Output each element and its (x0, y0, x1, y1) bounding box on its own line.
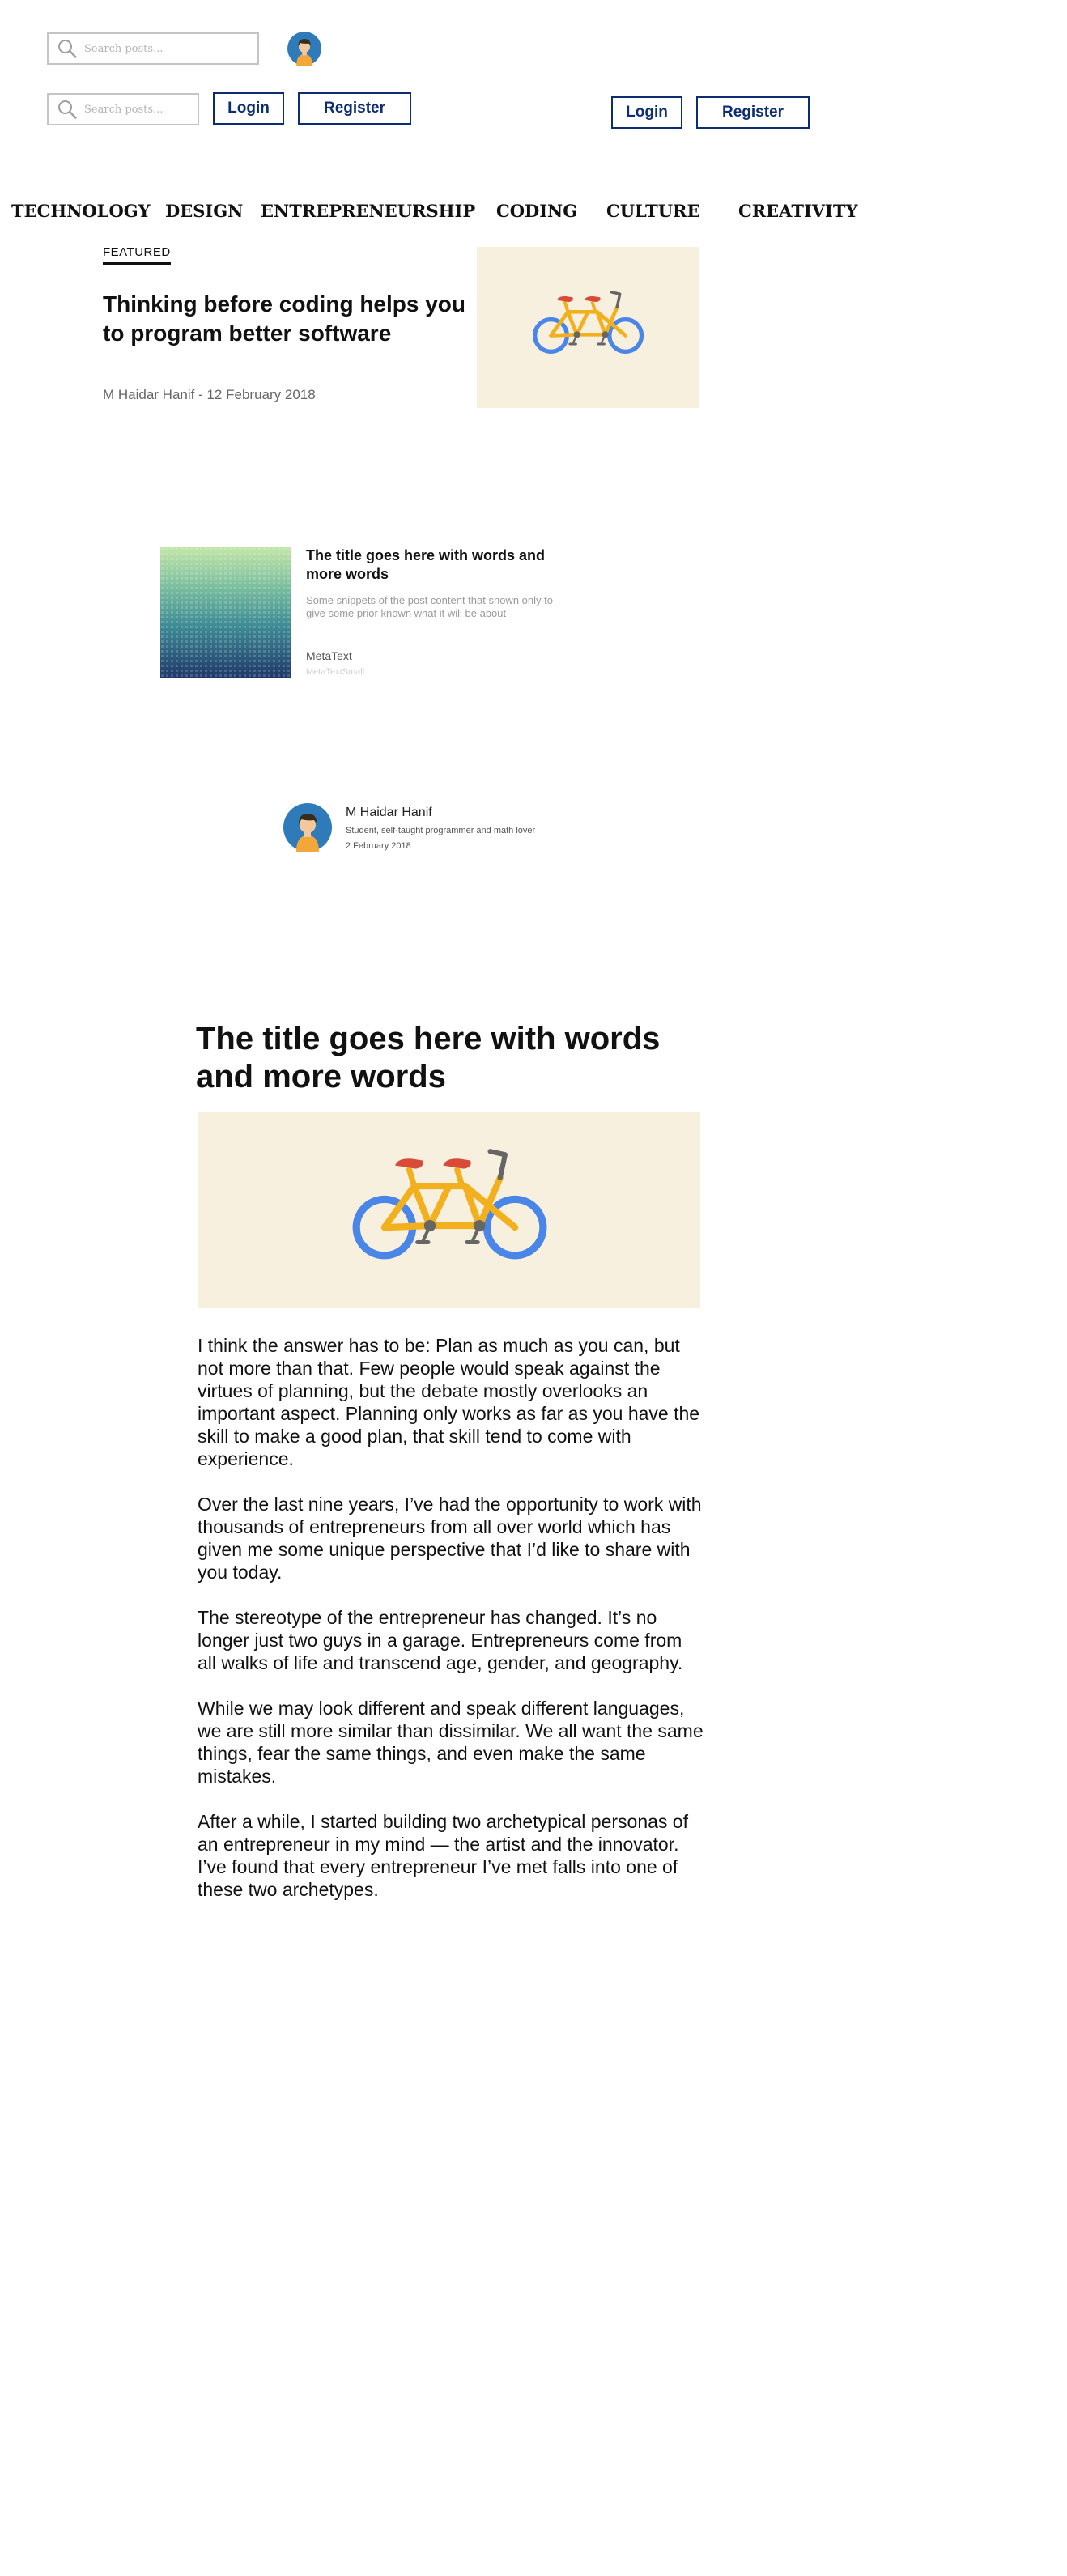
mosaic-image (160, 547, 291, 678)
featured-label: FEATURED (103, 245, 171, 265)
post-card-snippet: Some snippets of the post content that s… (306, 594, 553, 619)
featured-image[interactable] (477, 247, 699, 408)
featured-post-meta: M Haidar Hanif - 12 February 2018 (103, 387, 316, 402)
featured-post-title[interactable]: Thinking before coding helps you to prog… (103, 290, 475, 348)
nav-item-technology[interactable]: TECHNOLOGY (11, 201, 151, 221)
author-name[interactable]: M Haidar Hanif (346, 806, 432, 820)
search-input[interactable] (84, 103, 181, 116)
author-bio: Student, self-taught programmer and math… (346, 826, 536, 835)
login-button-secondary[interactable]: Login (611, 96, 682, 129)
article-paragraph: I think the answer has to be: Plan as mu… (198, 1335, 700, 1469)
post-card-meta-small: MetaTextSmall (306, 667, 365, 677)
author-date: 2 February 2018 (346, 841, 411, 851)
article-paragraph: Over the last nine years, I’ve had the o… (198, 1494, 702, 1583)
post-card-meta: MetaText (306, 649, 352, 662)
author-avatar-icon[interactable] (283, 803, 332, 852)
avatar-icon[interactable] (287, 32, 321, 66)
post-card-image[interactable] (160, 547, 291, 678)
search-icon (57, 38, 78, 59)
article-body: I think the answer has to be: Plan as mu… (198, 1334, 704, 1923)
article-title: The title goes here with words and more … (196, 1021, 661, 1095)
login-button[interactable]: Login (213, 92, 284, 125)
register-button-secondary[interactable]: Register (696, 96, 810, 129)
post-card-title[interactable]: The title goes here with words and more … (306, 546, 565, 584)
search-box-secondary[interactable] (47, 93, 199, 125)
register-button[interactable]: Register (298, 92, 411, 125)
article-hero-image (198, 1112, 700, 1308)
search-icon (57, 99, 78, 120)
nav-item-entrepreneurship[interactable]: ENTREPRENEURSHIP (261, 201, 475, 221)
article-paragraph: After a while, I started building two ar… (198, 1811, 688, 1900)
tandem-bicycle-illustration (350, 1145, 548, 1260)
nav-item-design[interactable]: DESIGN (165, 201, 243, 221)
nav-item-coding[interactable]: CODING (496, 201, 577, 221)
search-input[interactable] (84, 42, 230, 55)
tandem-bicycle-illustration (531, 287, 644, 355)
nav-item-culture[interactable]: CULTURE (606, 201, 699, 221)
nav-item-creativity[interactable]: CREATIVITY (738, 201, 858, 221)
article-paragraph: While we may look different and speak di… (198, 1698, 704, 1787)
search-box-top[interactable] (47, 32, 259, 65)
article-paragraph: The stereotype of the entrepreneur has c… (198, 1607, 683, 1673)
